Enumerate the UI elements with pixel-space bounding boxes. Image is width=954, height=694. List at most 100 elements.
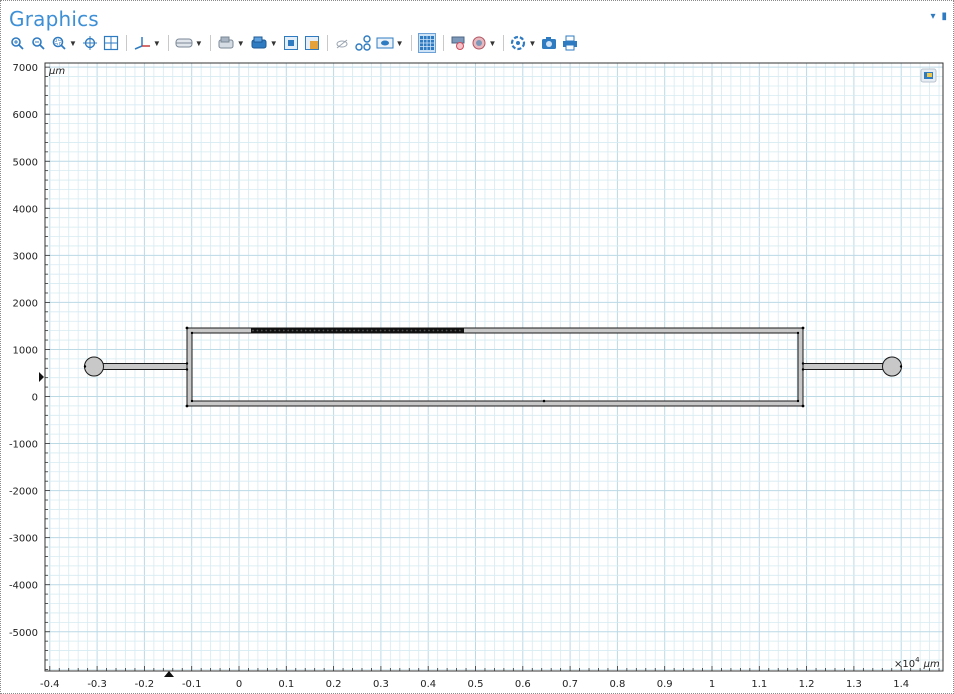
segment-vertex	[370, 329, 373, 332]
axis-view-button[interactable]: ▼	[133, 34, 161, 52]
segment-vertex	[335, 329, 338, 332]
segment-vertex	[458, 329, 461, 332]
show-links-button[interactable]	[354, 34, 371, 52]
select-boundary-dropdown-icon[interactable]: ▼	[237, 39, 245, 48]
x-tick-label: 1.2	[799, 679, 815, 690]
clear-selection-icon	[304, 36, 319, 50]
render-button[interactable]	[450, 34, 466, 52]
x-tick-label: 0.8	[609, 679, 625, 690]
graphics-toolbar: ▼ ▼ ▼ ▼ ▼ ▼ ▼ ▼	[9, 33, 583, 53]
axis-view-dropdown-icon[interactable]: ▼	[153, 39, 161, 48]
select-domain-button[interactable]: ▼	[175, 34, 203, 52]
x-tick-label: 0	[236, 679, 242, 690]
app-logo-icon	[920, 68, 937, 83]
y-axis-marker	[39, 372, 44, 382]
transparency-dropdown-icon[interactable]: ▼	[489, 39, 497, 48]
segment-vertex	[419, 329, 422, 332]
select-domain-dropdown-icon[interactable]: ▼	[195, 39, 203, 48]
x-tick-label: 0.3	[373, 679, 389, 690]
segment-vertex	[256, 329, 259, 332]
left-feed-line[interactable]	[100, 363, 188, 370]
graphics-window: Graphics ▾ ▮ ▼ ▼ ▼ ▼ ▼ ▼ ▼ ▼ 7000 6000 5…	[0, 0, 954, 694]
zoom-extents-icon	[103, 35, 119, 51]
zoom-out-button[interactable]	[30, 34, 46, 52]
segment-vertex	[313, 329, 316, 332]
right-feed-line[interactable]	[802, 363, 892, 370]
toolbar-separator	[503, 35, 505, 51]
window-menu-icon[interactable]: ▾	[930, 11, 935, 22]
zoom-extents-button[interactable]	[103, 34, 119, 52]
zoom-selection-button[interactable]	[283, 34, 299, 52]
view-mode-button[interactable]: ▼	[376, 34, 404, 52]
x-tick-label: -0.4	[40, 679, 60, 690]
segment-vertex	[265, 329, 268, 332]
segment-vertex	[287, 329, 290, 332]
select-boundary-button[interactable]: ▼	[217, 34, 245, 52]
pin-icon[interactable]: ▮	[941, 11, 947, 22]
segment-vertex	[278, 329, 281, 332]
graphics-canvas[interactable]: 7000 6000 5000 4000 3000 2000 1000 0 -1000 -2000 -…	[1, 59, 953, 693]
zoom-in-icon	[11, 37, 24, 50]
segment-vertex	[331, 329, 334, 332]
zoom-selection-icon	[283, 36, 298, 50]
segment-vertex	[326, 329, 329, 332]
x-tick-label: 0.5	[468, 679, 484, 690]
zoom-in-button[interactable]	[9, 34, 25, 52]
select-object-button[interactable]: ▼	[250, 34, 278, 52]
print-button[interactable]	[562, 34, 578, 52]
y-tick-label: 7000	[13, 63, 38, 74]
x-tick-label: 1.4	[893, 679, 909, 690]
x-axis-labels: -0.4 -0.3 -0.2 -0.1 0 0.1 0.2 0.3 0.4 0.5 0.6 0.7 0.…	[40, 679, 909, 690]
x-tick-label: 1	[709, 679, 715, 690]
transparency-icon	[472, 36, 486, 50]
camera-icon	[542, 37, 557, 49]
x-tick-label: 0.2	[326, 679, 342, 690]
segment-vertex	[291, 329, 294, 332]
pan-center-icon	[82, 36, 97, 50]
segment-vertex	[344, 329, 347, 332]
segment-vertex	[401, 329, 404, 332]
left-port-pad[interactable]	[84, 356, 104, 377]
render-icon	[451, 36, 465, 50]
segment-vertex	[414, 329, 417, 332]
x-tick-label: 0.4	[420, 679, 436, 690]
center-view-button[interactable]	[82, 34, 98, 52]
toolbar-separator	[442, 35, 444, 51]
zoom-out-icon	[32, 37, 45, 50]
segment-vertex	[274, 329, 276, 332]
hide-button[interactable]	[334, 34, 350, 52]
y-tick-label: 2000	[13, 298, 38, 309]
segment-vertex	[410, 329, 413, 332]
clear-selection-button[interactable]	[304, 34, 320, 52]
toolbar-separator	[410, 35, 412, 51]
scene-light-dropdown-icon[interactable]: ▼	[528, 39, 536, 48]
zoom-box-button[interactable]: ▼	[51, 34, 77, 52]
camera-button[interactable]	[541, 34, 557, 52]
print-icon	[563, 35, 578, 51]
y-axis-labels: 7000 6000 5000 4000 3000 2000 1000 0 -1000 -2000 -…	[9, 63, 38, 639]
segment-vertex	[450, 329, 452, 332]
segment-vertex	[432, 329, 435, 332]
segment-vertex	[379, 329, 382, 332]
segment-vertex	[296, 329, 298, 332]
toolbar-separator	[326, 35, 328, 51]
select-object-icon	[251, 36, 267, 49]
scene-light-button[interactable]: ▼	[510, 34, 536, 52]
y-tick-label: 6000	[13, 110, 38, 121]
view-mode-icon	[376, 37, 394, 49]
segment-vertex	[388, 329, 391, 332]
zoom-box-dropdown-icon[interactable]: ▼	[69, 39, 77, 48]
select-object-dropdown-icon[interactable]: ▼	[270, 39, 278, 48]
transparency-button[interactable]: ▼	[471, 34, 497, 52]
segment-vertex	[362, 329, 364, 332]
right-port-pad[interactable]	[882, 356, 902, 377]
grid-toggle-button[interactable]	[417, 33, 436, 53]
window-controls: ▾ ▮	[930, 11, 947, 22]
x-tick-label: 0.7	[562, 679, 578, 690]
segment-vertex	[384, 329, 386, 332]
y-tick-label: 4000	[13, 204, 38, 215]
segment-vertex	[300, 329, 303, 332]
segment-vertex	[340, 329, 342, 332]
view-mode-dropdown-icon[interactable]: ▼	[396, 39, 404, 48]
segment-vertex	[392, 329, 395, 332]
